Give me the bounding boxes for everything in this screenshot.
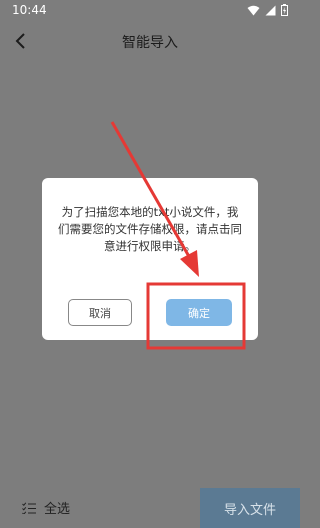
status-icons <box>247 4 288 16</box>
status-time: 10:44 <box>12 3 47 17</box>
select-all-button[interactable]: 全选 <box>22 498 70 517</box>
permission-dialog: 为了扫描您本地的txt小说文件，我们需要您的文件存储权限，请点击同意进行权限申请… <box>42 178 258 340</box>
app-header: 智能导入 <box>0 22 300 60</box>
dialog-message: 为了扫描您本地的txt小说文件，我们需要您的文件存储权限，请点击同意进行权限申请… <box>58 205 242 253</box>
import-file-button[interactable]: 导入文件 <box>200 488 300 528</box>
wifi-icon <box>247 5 260 15</box>
battery-icon <box>281 4 288 16</box>
select-all-label: 全选 <box>44 502 71 517</box>
status-bar: 10:44 <box>0 0 300 22</box>
checklist-icon <box>22 501 36 514</box>
confirm-button[interactable]: 确定 <box>166 299 232 326</box>
bottom-bar: 全选 导入文件 <box>0 488 300 528</box>
page-title: 智能导入 <box>122 35 178 51</box>
signal-icon <box>265 5 276 15</box>
cancel-button[interactable]: 取消 <box>68 299 132 326</box>
